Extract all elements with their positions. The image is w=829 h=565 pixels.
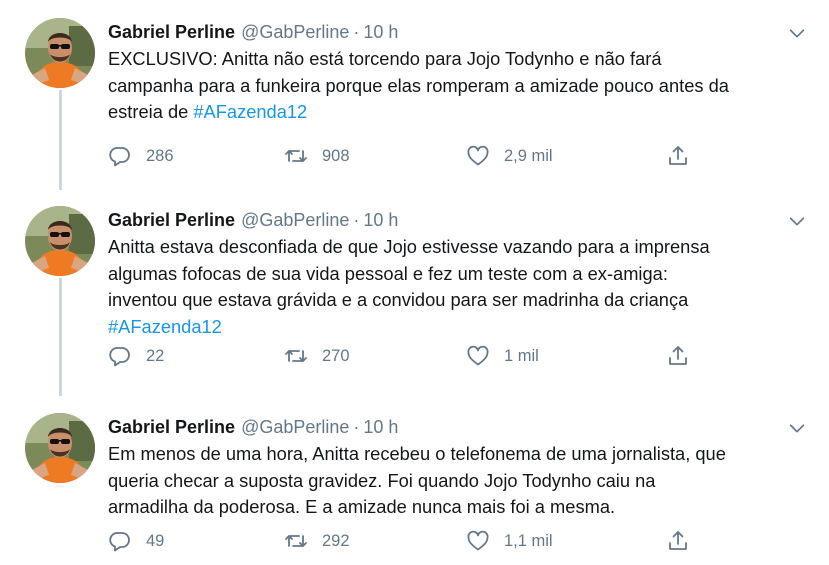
tweet[interactable]: Gabriel Perline @GabPerline · 10 h Em menos… xyxy=(0,395,829,565)
share-button[interactable] xyxy=(666,342,690,370)
reply-icon xyxy=(109,147,130,167)
author-handle[interactable]: @GabPerline xyxy=(241,210,349,230)
like-button[interactable]: 1,1 mil xyxy=(466,527,553,555)
hashtag-link[interactable]: #AFazenda12 xyxy=(108,316,222,337)
heart-icon xyxy=(467,530,489,551)
like-button[interactable]: 1 mil xyxy=(466,342,539,370)
reply-count: 286 xyxy=(146,146,174,165)
retweet-count: 908 xyxy=(322,146,350,165)
reply-count: 49 xyxy=(146,531,165,550)
avatar[interactable] xyxy=(25,413,95,483)
tweet-text-line: algumas fofocas de sua vida pessoal e fe… xyxy=(108,262,668,284)
tweet-actions: 22 270 1 mil xyxy=(108,342,708,372)
tweet-text-line: Anitta estava desconfiada de que Jojo es… xyxy=(108,236,710,257)
chevron-down-icon[interactable] xyxy=(786,417,808,439)
tweet-text-line: estreia de xyxy=(108,101,194,122)
share-icon xyxy=(669,531,687,550)
share-button[interactable] xyxy=(666,527,690,555)
tweet-timestamp[interactable]: 10 h xyxy=(363,417,398,437)
avatar-image xyxy=(25,18,95,88)
avatar[interactable] xyxy=(25,18,95,88)
tweet-thread: Gabriel Perline @GabPerline · 10 h EXCLUSIV… xyxy=(0,0,829,565)
heart-icon xyxy=(467,145,489,166)
tweet-header: Gabriel Perline @GabPerline · 10 h xyxy=(108,208,398,232)
retweet-count: 270 xyxy=(322,346,350,365)
like-button[interactable]: 2,9 mil xyxy=(466,142,553,170)
retweet-button[interactable]: 908 xyxy=(284,142,350,170)
tweet-text: Em menos de uma hora, Anitta recebeu o t… xyxy=(108,441,808,521)
like-count: 2,9 mil xyxy=(504,146,553,165)
tweet-text: EXCLUSIVO: Anitta não está torcendo para… xyxy=(108,46,808,126)
retweet-count: 292 xyxy=(322,531,350,550)
tweet-timestamp[interactable]: 10 h xyxy=(363,210,398,230)
tweet-text-line: inventou que estava grávida e a convidou… xyxy=(108,289,689,310)
heart-icon xyxy=(467,345,489,366)
tweet-text: Anitta estava desconfiada de que Jojo es… xyxy=(108,234,808,340)
avatar-image xyxy=(25,206,95,276)
like-count: 1 mil xyxy=(504,346,539,365)
separator-dot: · xyxy=(353,22,360,42)
reply-icon xyxy=(109,347,130,367)
separator-dot: · xyxy=(353,210,360,230)
tweet-text-line: campanha para a funkeira porque elas rom… xyxy=(108,74,729,96)
reply-button[interactable]: 22 xyxy=(108,342,164,370)
author-handle[interactable]: @GabPerline xyxy=(241,417,349,437)
share-button[interactable] xyxy=(666,142,690,170)
reply-button[interactable]: 286 xyxy=(108,142,174,170)
tweet-text-line: queria checar a suposta gravidez. Foi qu… xyxy=(108,469,656,491)
reply-icon xyxy=(109,532,130,552)
separator-dot: · xyxy=(353,417,360,437)
tweet-header: Gabriel Perline @GabPerline · 10 h xyxy=(108,20,398,44)
reply-button[interactable]: 49 xyxy=(108,527,164,555)
thread-connector-line xyxy=(59,278,62,396)
thread-connector-line xyxy=(59,90,62,190)
tweet[interactable]: Gabriel Perline @GabPerline · 10 h EXCLUSIV… xyxy=(0,0,829,190)
author-name[interactable]: Gabriel Perline xyxy=(108,22,235,42)
author-handle[interactable]: @GabPerline xyxy=(241,22,349,42)
reply-count: 22 xyxy=(146,346,165,365)
retweet-icon xyxy=(285,535,307,547)
hashtag-link[interactable]: #AFazenda12 xyxy=(193,101,307,122)
tweet-actions: 49 292 1,1 mil xyxy=(108,527,708,557)
tweet-timestamp[interactable]: 10 h xyxy=(363,22,398,42)
retweet-button[interactable]: 270 xyxy=(284,342,350,370)
share-icon xyxy=(669,346,687,365)
share-icon xyxy=(669,146,687,165)
retweet-icon xyxy=(285,350,307,362)
avatar-image xyxy=(25,413,95,483)
chevron-down-icon[interactable] xyxy=(786,22,808,44)
avatar[interactable] xyxy=(25,206,95,276)
chevron-down-icon[interactable] xyxy=(786,210,808,232)
tweet-text-line: armadilha da poderosa. E a amizade nunca… xyxy=(108,496,616,517)
tweet-header: Gabriel Perline @GabPerline · 10 h xyxy=(108,415,398,439)
tweet-actions: 286 908 2,9 mil xyxy=(108,142,708,172)
author-name[interactable]: Gabriel Perline xyxy=(108,417,235,437)
retweet-button[interactable]: 292 xyxy=(284,527,350,555)
tweet[interactable]: Gabriel Perline @GabPerline · 10 h Anitta e… xyxy=(0,188,829,396)
retweet-icon xyxy=(285,150,307,162)
author-name[interactable]: Gabriel Perline xyxy=(108,210,235,230)
tweet-text-line: Em menos de uma hora, Anitta recebeu o t… xyxy=(108,443,726,464)
tweet-text-line: EXCLUSIVO: Anitta não está torcendo para… xyxy=(108,48,662,69)
like-count: 1,1 mil xyxy=(504,531,553,550)
